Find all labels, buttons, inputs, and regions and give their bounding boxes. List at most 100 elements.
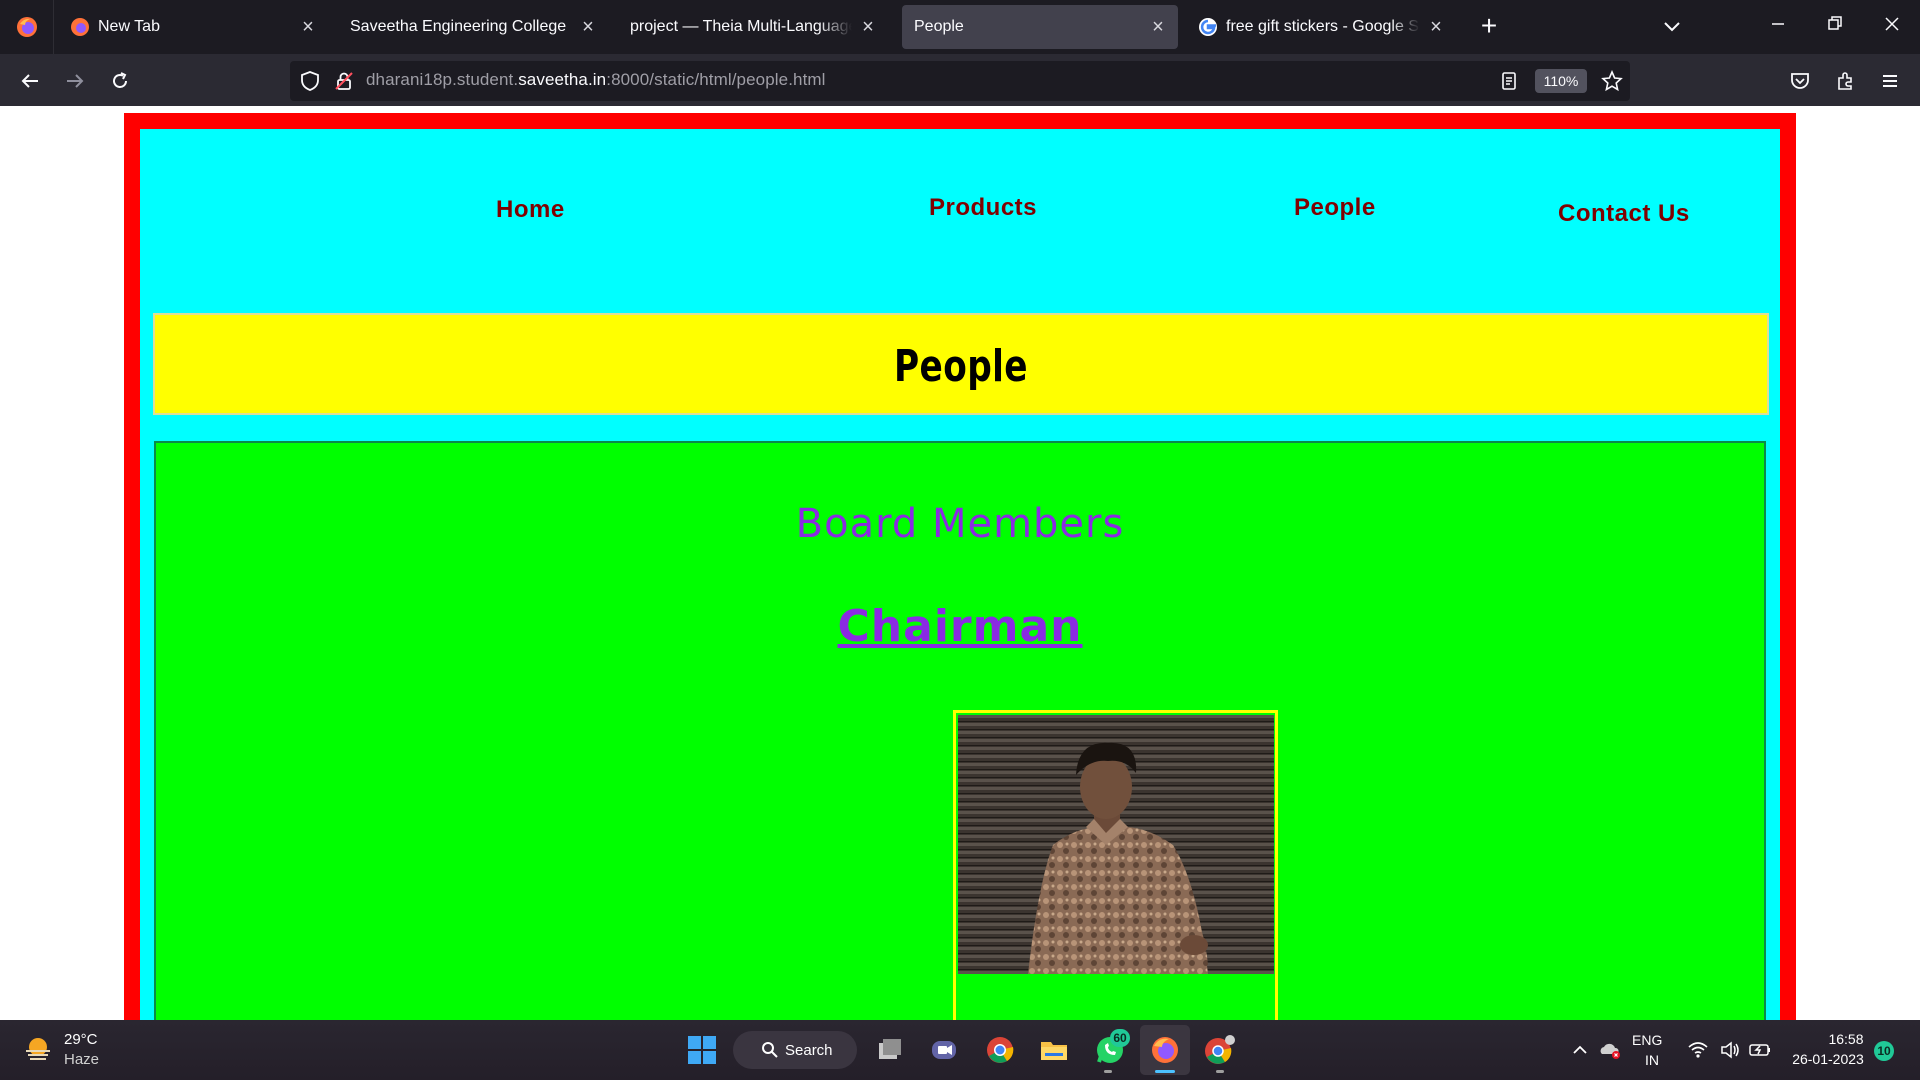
page-title: People xyxy=(894,341,1028,392)
haze-sun-icon xyxy=(26,1038,50,1060)
tab-people[interactable]: People × xyxy=(902,5,1178,49)
search-icon xyxy=(762,1042,778,1058)
tab-title: project — Theia Multi-Language Explorer xyxy=(630,18,852,35)
weather-widget[interactable] xyxy=(20,1031,56,1067)
tracking-protection-button[interactable] xyxy=(296,67,324,95)
onedrive-button[interactable] xyxy=(1592,1032,1628,1068)
wifi-icon xyxy=(1688,1042,1708,1058)
tab-new-tab[interactable]: New Tab × xyxy=(58,5,328,49)
zoom-level-button[interactable]: 110% xyxy=(1535,69,1587,93)
network-button[interactable] xyxy=(1680,1032,1716,1068)
weather-temperature: 29°C xyxy=(64,1031,98,1048)
weather-condition: Haze xyxy=(64,1051,100,1068)
web-page: Home Products People Contact Us People B… xyxy=(0,106,1920,1020)
pocket-icon xyxy=(1791,73,1809,89)
file-explorer-button[interactable] xyxy=(1036,1032,1072,1068)
windows-logo-icon xyxy=(688,1036,716,1064)
task-view-button[interactable] xyxy=(872,1032,908,1068)
close-icon xyxy=(1885,17,1899,31)
firefox-taskbar-button[interactable] xyxy=(1147,1032,1183,1068)
puzzle-icon xyxy=(1838,72,1852,90)
minimize-icon xyxy=(1772,23,1784,25)
reader-view-icon xyxy=(1502,72,1516,90)
close-tab-icon[interactable]: × xyxy=(860,16,876,39)
hamburger-menu-icon xyxy=(1883,75,1897,87)
site-info-button[interactable] xyxy=(330,67,358,95)
running-indicator xyxy=(1104,1070,1112,1073)
whatsapp-unread-badge: 60 xyxy=(1110,1029,1130,1047)
reader-view-button[interactable] xyxy=(1495,67,1523,95)
chrome-taskbar-button[interactable] xyxy=(982,1032,1018,1068)
section-heading: Board Members xyxy=(795,501,1125,547)
forward-button[interactable] xyxy=(61,67,89,95)
close-tab-icon[interactable]: × xyxy=(580,16,596,39)
running-indicator xyxy=(1216,1070,1224,1073)
url-text[interactable]: dharani18p.student.saveetha.in:8000/stat… xyxy=(366,70,826,90)
battery-button[interactable] xyxy=(1742,1032,1778,1068)
new-tab-button[interactable]: + xyxy=(1473,11,1505,43)
chairman-heading: Chairman xyxy=(156,601,1764,652)
person-photo-illustration xyxy=(958,715,1274,974)
chrome-icon xyxy=(987,1037,1014,1063)
tab-title: People xyxy=(914,18,964,35)
arrow-left-icon xyxy=(21,74,38,88)
close-tab-icon[interactable]: × xyxy=(1150,16,1166,39)
google-icon xyxy=(1199,18,1217,36)
taskbar-search-button[interactable]: Search xyxy=(733,1031,857,1069)
arrow-right-icon xyxy=(67,74,84,88)
tab-saveetha[interactable]: Saveetha Engineering College × xyxy=(338,5,608,49)
chairman-link[interactable]: Chairman xyxy=(838,601,1083,652)
language-code[interactable]: ENG xyxy=(1632,1032,1662,1048)
list-all-tabs-button[interactable] xyxy=(1660,14,1684,43)
language-region[interactable]: IN xyxy=(1645,1052,1659,1068)
speaker-icon xyxy=(1721,1041,1739,1059)
tab-title: Saveetha Engineering College xyxy=(350,18,567,35)
reload-icon xyxy=(113,72,127,88)
pocket-button[interactable] xyxy=(1786,67,1814,95)
url-host: saveetha.in xyxy=(518,70,607,89)
firefox-icon xyxy=(1152,1037,1178,1063)
clock-date[interactable]: 26-01-2023 xyxy=(1788,1051,1868,1067)
chairman-photo xyxy=(958,715,1274,974)
chevron-up-icon xyxy=(1573,1045,1587,1054)
insecure-lock-icon xyxy=(335,72,353,90)
active-indicator xyxy=(1155,1070,1175,1073)
back-button[interactable] xyxy=(16,67,44,95)
tab-theia-project[interactable]: project — Theia Multi-Language Explorer … xyxy=(618,5,888,49)
close-tab-icon[interactable]: × xyxy=(300,16,316,39)
firefox-icon xyxy=(71,18,89,36)
notification-count-badge[interactable]: 10 xyxy=(1874,1041,1894,1061)
search-label: Search xyxy=(785,1041,833,1059)
teams-chat-button[interactable] xyxy=(926,1032,962,1068)
chrome-profile-button[interactable] xyxy=(1202,1032,1238,1068)
url-path: :8000/static/html/people.html xyxy=(606,70,826,89)
chat-icon xyxy=(932,1041,956,1059)
battery-charging-icon xyxy=(1749,1044,1770,1056)
chrome-icon xyxy=(1205,1035,1235,1064)
nav-link-products[interactable]: Products xyxy=(929,194,1037,222)
nav-link-people[interactable]: People xyxy=(1294,194,1376,222)
app-menu-button[interactable] xyxy=(1876,67,1904,95)
people-section: Board Members Chairman xyxy=(154,441,1766,1020)
bookmark-button[interactable] xyxy=(1598,67,1626,95)
cloud-error-icon xyxy=(1600,1043,1620,1059)
close-tab-icon[interactable]: × xyxy=(1428,16,1444,39)
reload-button[interactable] xyxy=(106,67,134,95)
folder-icon xyxy=(1041,1042,1067,1060)
tab-title: free gift stickers - Google Search xyxy=(1226,18,1420,35)
page-banner: People xyxy=(153,313,1769,415)
tab-google-search[interactable]: free gift stickers - Google Search × xyxy=(1186,5,1456,49)
minimize-button[interactable] xyxy=(1768,14,1788,39)
shield-icon xyxy=(301,71,319,91)
chevron-down-icon xyxy=(1664,22,1680,32)
start-button[interactable] xyxy=(684,1032,720,1068)
clock-time[interactable]: 16:58 xyxy=(1826,1031,1866,1047)
restore-button[interactable] xyxy=(1825,14,1845,39)
firefox-view-button[interactable] xyxy=(0,0,54,54)
nav-link-home[interactable]: Home xyxy=(496,196,565,224)
nav-link-contact-us[interactable]: Contact Us xyxy=(1558,200,1690,228)
firefox-icon xyxy=(16,17,37,37)
restore-icon xyxy=(1828,16,1842,30)
extensions-button[interactable] xyxy=(1832,67,1860,95)
close-window-button[interactable] xyxy=(1882,14,1902,39)
